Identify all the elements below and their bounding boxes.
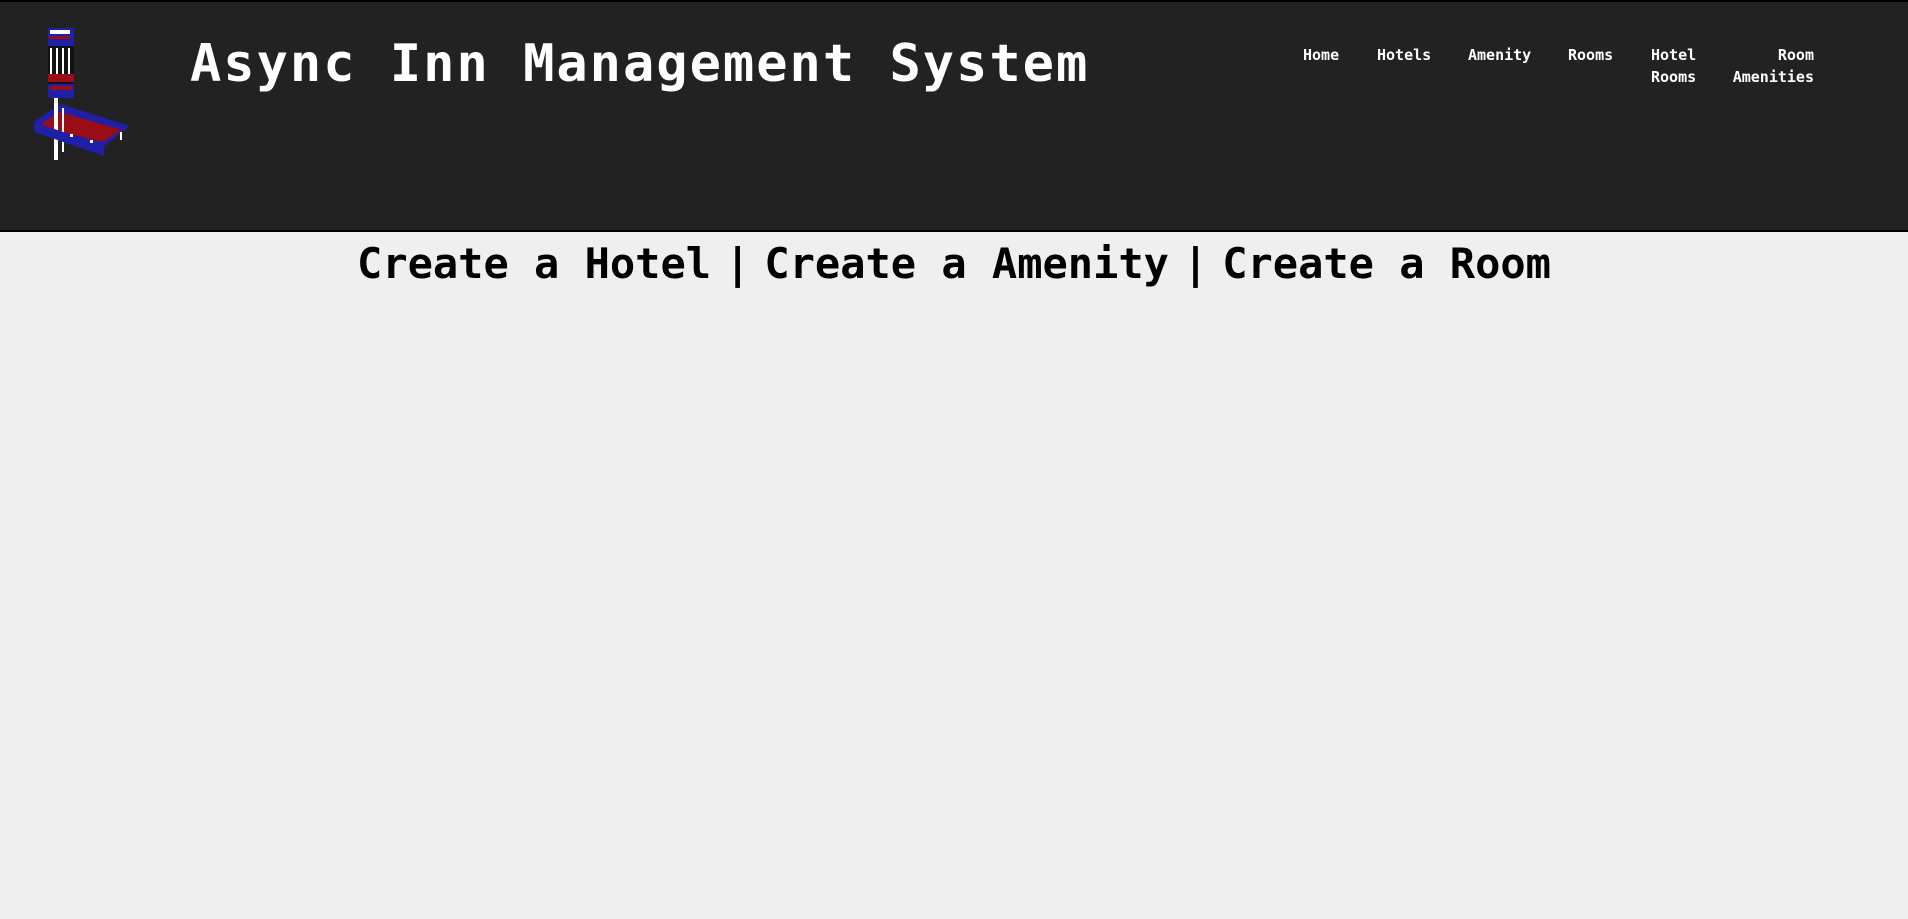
nav-amenity-link[interactable]: Amenity <box>1468 44 1531 66</box>
nav-rooms-link[interactable]: Rooms <box>1568 44 1613 66</box>
nav-room-amenities-label-line2: Amenities <box>1732 68 1814 86</box>
nav-home-link[interactable]: Home <box>1303 44 1339 66</box>
site-header: Async Inn Management System Home Hotels … <box>0 0 1908 232</box>
nav-hotel-rooms-label-line2: Rooms <box>1651 68 1697 86</box>
nav-hotels-link[interactable]: Hotels <box>1377 44 1431 66</box>
nav-room-amenities-label-line1: Room <box>1777 46 1814 64</box>
nav-hotel-rooms-label-line1: Hotel <box>1651 46 1697 64</box>
create-room-link[interactable]: Create a Room <box>1222 239 1551 288</box>
create-hotel-link[interactable]: Create a Hotel <box>357 239 711 288</box>
nav-room-amenities-link[interactable]: Room Amenities <box>1724 44 1814 88</box>
create-amenity-link[interactable]: Create a Amenity <box>764 239 1169 288</box>
action-separator: | <box>1182 239 1209 288</box>
main-nav: Home Hotels Amenity Rooms Hotel Rooms Ro… <box>0 44 1908 104</box>
create-actions-bar: Create a Hotel | Create a Amenity | Create a… <box>0 234 1908 294</box>
action-separator: | <box>725 239 751 288</box>
